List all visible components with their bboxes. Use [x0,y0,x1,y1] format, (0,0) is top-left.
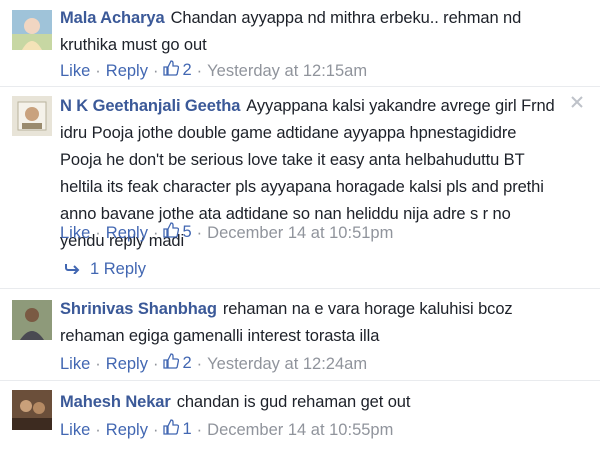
reply-button[interactable]: Reply [106,62,148,80]
like-count[interactable]: 2 [163,60,192,81]
comment-author[interactable]: Mala Acharya [60,9,165,27]
avatar[interactable] [12,96,52,136]
like-button[interactable]: Like [60,355,90,373]
thumbs-up-icon [163,353,180,374]
comment-timestamp[interactable]: December 14 at 10:51pm [207,224,393,242]
reply-button[interactable]: Reply [106,355,148,373]
comment-timestamp[interactable]: Yesterday at 12:24am [207,355,367,373]
reply-button[interactable]: Reply [106,421,148,439]
divider [0,288,600,289]
comment-author[interactable]: N K Geethanjali Geetha [60,97,240,115]
comment-text: chandan is gud rehaman get out [176,393,411,411]
like-count[interactable]: 1 [163,419,192,440]
replies-count[interactable]: 1 Reply [90,260,146,279]
like-button[interactable]: Like [60,421,90,439]
divider [0,380,600,381]
thumbs-up-icon [163,60,180,81]
comment-author[interactable]: Shrinivas Shanbhag [60,300,217,318]
close-icon[interactable] [570,95,584,109]
thumbs-up-icon [163,222,180,243]
like-button[interactable]: Like [60,224,90,242]
reply-arrow-icon [64,260,80,279]
comment-actions: Like · Reply · 1 · December 14 at 10:55pm [60,419,394,440]
like-count[interactable]: 2 [163,353,192,374]
divider [0,86,600,87]
comment-actions: Like · Reply · 5 · December 14 at 10:51pm [60,222,394,243]
reply-button[interactable]: Reply [106,224,148,242]
comment-timestamp[interactable]: Yesterday at 12:15am [207,62,367,80]
like-count[interactable]: 5 [163,222,192,243]
comment-author[interactable]: Mahesh Nekar [60,393,171,411]
view-replies-link[interactable]: 1 Reply [64,260,146,279]
like-button[interactable]: Like [60,62,90,80]
comment-timestamp[interactable]: December 14 at 10:55pm [207,421,393,439]
comment-actions: Like · Reply · 2 · Yesterday at 12:15am [60,60,368,81]
avatar[interactable] [12,10,52,50]
avatar[interactable] [12,390,52,430]
avatar[interactable] [12,300,52,340]
comment-actions: Like · Reply · 2 · Yesterday at 12:24am [60,353,368,374]
thumbs-up-icon [163,419,180,440]
